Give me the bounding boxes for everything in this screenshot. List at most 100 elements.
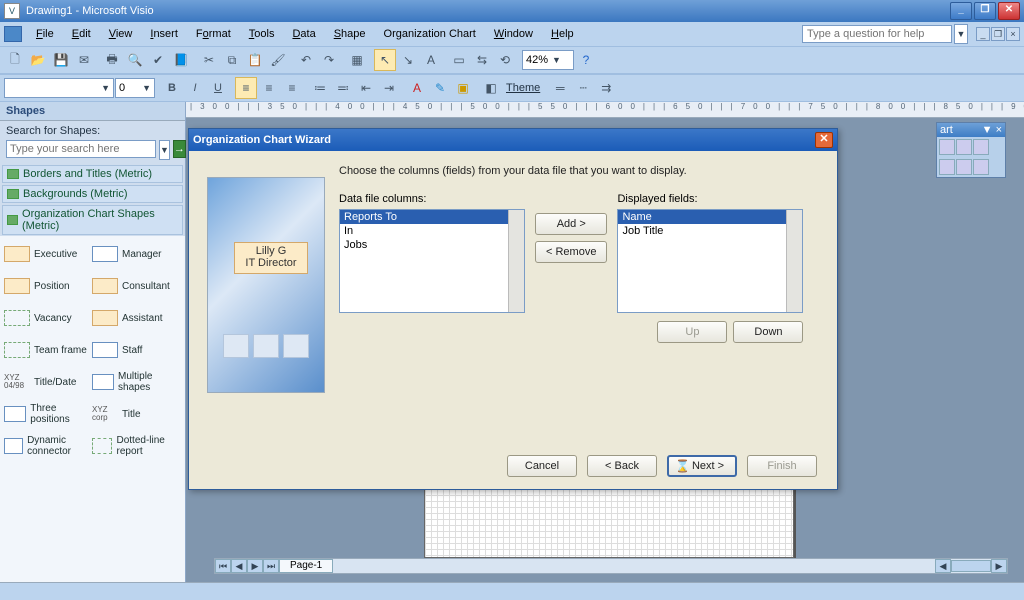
menu-shape[interactable]: Shape — [326, 25, 374, 43]
shape-master[interactable]: Three positions — [2, 398, 90, 430]
list-item[interactable]: Name — [618, 210, 802, 224]
undo-button[interactable]: ↶ — [295, 49, 317, 71]
align-center-button[interactable]: ≡ — [258, 77, 280, 99]
drawing-page[interactable] — [424, 488, 794, 558]
stencil-borders[interactable]: Borders and Titles (Metric) — [2, 165, 183, 183]
layout-icon[interactable] — [956, 159, 972, 175]
layout-icon[interactable] — [973, 139, 989, 155]
list-scrollbar[interactable] — [508, 210, 524, 312]
line-weight-button[interactable]: ═ — [549, 77, 571, 99]
menu-format[interactable]: Format — [188, 25, 239, 43]
bold-button[interactable]: B — [161, 77, 183, 99]
open-button[interactable]: 📂 — [27, 49, 49, 71]
spell-check-button[interactable]: ✔ — [147, 49, 169, 71]
format-painter-button[interactable]: 🖌 — [267, 49, 289, 71]
align-left-button[interactable]: ≡ — [235, 77, 257, 99]
font-combo[interactable]: ▼ — [4, 78, 114, 98]
text-tool-button[interactable]: A — [420, 49, 442, 71]
mdi-close-button[interactable]: × — [1006, 27, 1020, 41]
prev-page-button[interactable]: ◀ — [231, 559, 247, 573]
menu-data[interactable]: Data — [284, 25, 323, 43]
mdi-restore-button[interactable]: ❐ — [991, 27, 1005, 41]
shape-master[interactable]: XYZ 04/98Title/Date — [2, 366, 90, 398]
stencil-orgchart[interactable]: Organization Chart Shapes (Metric) — [2, 205, 183, 235]
shapes-search-go-button[interactable]: → — [173, 140, 186, 158]
underline-button[interactable]: U — [207, 77, 229, 99]
theme-label[interactable]: Theme — [503, 82, 543, 94]
menu-orgchart[interactable]: Organization Chart — [376, 25, 484, 43]
dec-indent-button[interactable]: ⇤ — [355, 77, 377, 99]
shape-master[interactable]: Team frame — [2, 334, 90, 366]
line-pattern-button[interactable]: ┄ — [572, 77, 594, 99]
mail-button[interactable]: ✉ — [73, 49, 95, 71]
remove-button[interactable]: < Remove — [535, 241, 607, 263]
down-button[interactable]: Down — [733, 321, 803, 343]
layout-icon[interactable] — [939, 139, 955, 155]
list-item[interactable]: Job Title — [618, 224, 802, 238]
numbering-button[interactable]: ≕ — [332, 77, 354, 99]
cancel-button[interactable]: Cancel — [507, 455, 577, 477]
help-search-input[interactable] — [802, 25, 952, 43]
layout-icon[interactable] — [956, 139, 972, 155]
shapes-search-input[interactable] — [6, 140, 156, 158]
last-page-button[interactable]: ⏭ — [263, 559, 279, 573]
menu-edit[interactable]: Edit — [64, 25, 99, 43]
inc-indent-button[interactable]: ⇥ — [378, 77, 400, 99]
align-right-button[interactable]: ≡ — [281, 77, 303, 99]
connector-tool-button[interactable]: ↘ — [397, 49, 419, 71]
stencil-backgrounds[interactable]: Backgrounds (Metric) — [2, 185, 183, 203]
italic-button[interactable]: I — [184, 77, 206, 99]
list-item[interactable]: In — [340, 224, 524, 238]
help-search-dropdown[interactable]: ▼ — [954, 24, 968, 44]
shape-master[interactable]: XYZ corpTitle — [90, 398, 178, 430]
maximize-button[interactable]: ❐ — [974, 2, 996, 20]
layout-icon[interactable] — [939, 159, 955, 175]
print-button[interactable]: 🖶 — [101, 49, 123, 71]
minimize-button[interactable]: _ — [950, 2, 972, 20]
font-color-button[interactable]: A — [406, 77, 428, 99]
menu-window[interactable]: Window — [486, 25, 541, 43]
next-page-button[interactable]: ▶ — [247, 559, 263, 573]
orgchart-floating-toolbar[interactable]: art▼ × — [936, 122, 1006, 178]
control-menu-icon[interactable] — [4, 26, 22, 42]
shape-master[interactable]: Vacancy — [2, 302, 90, 334]
shape-master[interactable]: Consultant — [90, 270, 178, 302]
research-button[interactable]: 📘 — [170, 49, 192, 71]
finish-button[interactable]: Finish — [747, 455, 817, 477]
up-button[interactable]: Up — [657, 321, 727, 343]
scroll-right-button[interactable]: ▶ — [991, 559, 1007, 573]
pointer-tool-button[interactable]: ↖ — [374, 49, 396, 71]
menu-file[interactable]: File — [28, 25, 62, 43]
save-button[interactable]: 💾 — [50, 49, 72, 71]
shape-master[interactable]: Dotted-line report — [90, 430, 178, 462]
scroll-left-button[interactable]: ◀ — [935, 559, 951, 573]
cut-button[interactable]: ✂ — [198, 49, 220, 71]
shape-master[interactable]: Position — [2, 270, 90, 302]
shape-master[interactable]: Multiple shapes — [90, 366, 178, 398]
shape-master[interactable]: Dynamic connector — [2, 430, 90, 462]
copy-button[interactable]: ⧉ — [221, 49, 243, 71]
data-file-columns-list[interactable]: Reports ToInJobs — [339, 209, 525, 313]
dialog-close-button[interactable]: ✕ — [815, 132, 833, 148]
first-page-button[interactable]: ⏮ — [215, 559, 231, 573]
page-tab[interactable]: Page-1 — [279, 559, 333, 573]
rectangle-tool-button[interactable]: ▭ — [448, 49, 470, 71]
list-scrollbar[interactable] — [786, 210, 802, 312]
help-button[interactable]: ? — [575, 49, 597, 71]
menu-insert[interactable]: Insert — [142, 25, 186, 43]
list-item[interactable]: Jobs — [340, 238, 524, 252]
bullets-button[interactable]: ≔ — [309, 77, 331, 99]
zoom-combo[interactable]: 42%▼ — [522, 50, 574, 70]
redo-button[interactable]: ↷ — [318, 49, 340, 71]
hscroll-thumb[interactable] — [951, 560, 991, 572]
fill-color-button[interactable]: ▣ — [452, 77, 474, 99]
menu-help[interactable]: Help — [543, 25, 582, 43]
line-color-button[interactable]: ✎ — [429, 77, 451, 99]
font-size-combo[interactable]: 0▼ — [115, 78, 155, 98]
autoconnect-button[interactable]: ⇆ — [471, 49, 493, 71]
menu-tools[interactable]: Tools — [241, 25, 283, 43]
shape-master[interactable]: Executive — [2, 238, 90, 270]
print-preview-button[interactable]: 🔍 — [124, 49, 146, 71]
layout-icon[interactable] — [973, 159, 989, 175]
shapes-window-button[interactable]: ▦ — [346, 49, 368, 71]
